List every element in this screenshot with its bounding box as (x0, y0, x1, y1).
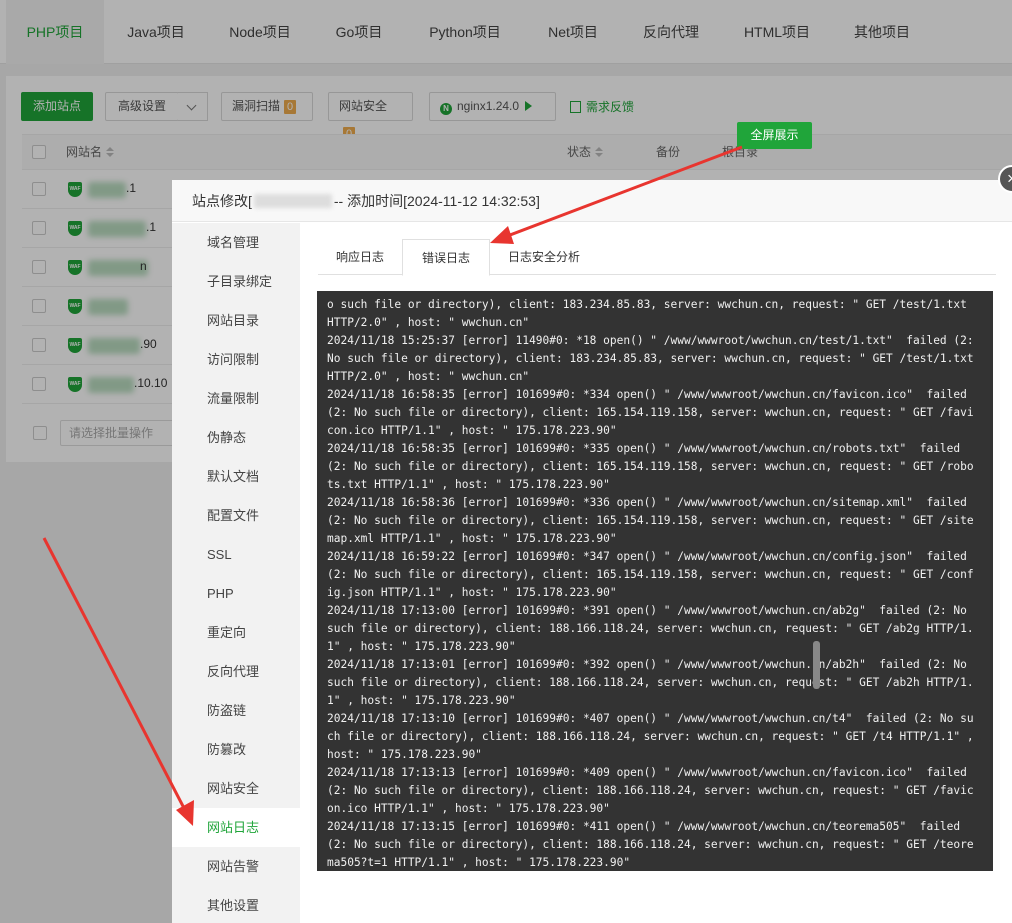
modal-header: 站点修改[ -- 添加时间[2024-11-12 14:32:53] (172, 180, 1012, 222)
tab-log-security-analysis[interactable]: 日志安全分析 (490, 239, 598, 275)
menu-site-security[interactable]: 网站安全 (172, 769, 300, 808)
log-scrollbar[interactable] (813, 641, 820, 689)
log-line: 2024/11/18 16:58:35 [error] 101699#0: *3… (327, 442, 974, 491)
log-line: 2024/11/18 17:13:10 [error] 101699#0: *4… (327, 712, 981, 761)
menu-default-document[interactable]: 默认文档 (172, 457, 300, 496)
log-line: 2024/11/18 16:58:36 [error] 101699#0: *3… (327, 496, 974, 545)
log-line: 2024/11/18 16:58:35 [error] 101699#0: *3… (327, 388, 974, 437)
menu-config-file[interactable]: 配置文件 (172, 496, 300, 535)
menu-domain-management[interactable]: 域名管理 (172, 223, 300, 262)
modal-title-suffix: -- 添加时间[2024-11-12 14:32:53] (333, 193, 540, 209)
menu-site-alerts[interactable]: 网站告警 (172, 847, 300, 886)
log-line: 2024/11/18 17:13:13 [error] 101699#0: *4… (327, 766, 974, 815)
site-settings-menu: 域名管理 子目录绑定 网站目录 访问限制 流量限制 伪静态 默认文档 配置文件 … (172, 223, 300, 923)
domain-redacted (253, 194, 332, 208)
log-line: o such file or directory), client: 183.2… (327, 298, 974, 329)
log-line: 2024/11/18 15:25:37 [error] 11490#0: *18… (327, 334, 981, 383)
menu-rewrite[interactable]: 伪静态 (172, 418, 300, 457)
modal-title-prefix: 站点修改[ (192, 193, 252, 209)
menu-site-directory[interactable]: 网站目录 (172, 301, 300, 340)
log-line: 2024/11/18 17:13:00 [error] 101699#0: *3… (327, 604, 974, 653)
menu-other-settings[interactable]: 其他设置 (172, 886, 300, 923)
menu-access-limit[interactable]: 访问限制 (172, 340, 300, 379)
menu-site-logs[interactable]: 网站日志 (172, 808, 300, 847)
tab-error-log[interactable]: 错误日志 (402, 239, 490, 276)
log-tabs: 响应日志 错误日志 日志安全分析 (318, 239, 996, 276)
menu-redirect[interactable]: 重定向 (172, 613, 300, 652)
menu-tamper-proof[interactable]: 防篡改 (172, 730, 300, 769)
log-line: 2024/11/18 17:13:15 [error] 101699#0: *4… (327, 820, 974, 869)
site-edit-modal: 站点修改[ -- 添加时间[2024-11-12 14:32:53] 域名管理 子… (172, 180, 1012, 923)
menu-hotlink-protection[interactable]: 防盗链 (172, 691, 300, 730)
tab-response-log[interactable]: 响应日志 (318, 239, 402, 275)
error-log-viewer[interactable]: o such file or directory), client: 183.2… (317, 291, 993, 871)
error-log-content: o such file or directory), client: 183.2… (327, 296, 975, 871)
menu-ssl[interactable]: SSL (172, 535, 300, 574)
menu-reverse-proxy[interactable]: 反向代理 (172, 652, 300, 691)
log-line: 2024/11/18 16:59:22 [error] 101699#0: *3… (327, 550, 974, 599)
fullscreen-button[interactable]: 全屏展示 (737, 122, 812, 149)
menu-subdirectory-binding[interactable]: 子目录绑定 (172, 262, 300, 301)
menu-traffic-limit[interactable]: 流量限制 (172, 379, 300, 418)
log-line: 2024/11/18 17:13:01 [error] 101699#0: *3… (327, 658, 974, 707)
menu-php[interactable]: PHP (172, 574, 300, 613)
